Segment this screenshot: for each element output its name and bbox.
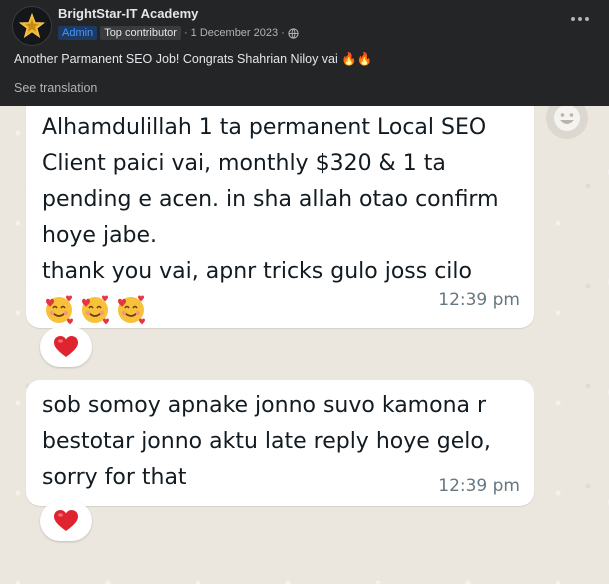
message-timestamp: 12:39 pm [438,476,520,496]
top-contributor-badge: Top contributor [100,26,181,40]
emoji-row [42,292,499,326]
post-header: BrightStar-IT Academy Admin Top contribu… [0,0,609,106]
see-translation-link[interactable]: See translation [14,81,97,95]
message-line: hoye jabe. [42,223,158,248]
smiling-face-with-hearts-icon [118,295,145,325]
screenshot-frame: BrightStar-IT Academy Admin Top contribu… [0,0,609,584]
post-text: Another Parmanent SEO Job! Congrats Shah… [14,52,373,66]
chat-screenshot: Alhamdulillah 1 ta permanent Local SEO C… [0,106,609,584]
post-date-link[interactable]: · 1 December 2023 · [184,27,285,39]
globe-icon [288,27,299,39]
emoji-picker-button [546,106,588,139]
smiling-face-with-hearts-icon [82,295,109,325]
message-bubble: sob somoy apnake jonno suvo kamona r bes… [26,380,534,506]
admin-badge: Admin [58,26,98,40]
message-text: sob somoy apnake jonno suvo kamona r bes… [42,388,491,496]
message-text: Alhamdulillah 1 ta permanent Local SEO C… [42,110,499,326]
group-name-link[interactable]: BrightStar-IT Academy [58,6,198,21]
message-line: sorry for that [42,465,187,490]
more-options-button[interactable] [571,12,589,26]
star-logo-icon [18,12,46,38]
heart-reaction [40,327,92,367]
message-line: Alhamdulillah 1 ta permanent Local SEO [42,115,487,140]
message-line: sob somoy apnake jonno suvo kamona r [42,393,487,418]
message-line: Client paici vai, monthly $320 & 1 ta [42,151,446,176]
post-meta: Admin Top contributor · 1 December 2023 … [58,24,299,42]
red-heart-icon [54,336,78,357]
message-line: bestotar jonno aktu late reply hoye gelo… [42,429,491,454]
dot-icon [578,17,582,21]
message-line: thank you vai, apnr tricks gulo joss cil… [42,259,472,284]
heart-reaction [40,501,92,541]
smiling-face-with-hearts-icon [46,295,73,325]
message-line: pending e acen. in sha allah otao confir… [42,187,499,212]
group-avatar[interactable] [12,6,52,46]
message-bubble: Alhamdulillah 1 ta permanent Local SEO C… [26,106,534,328]
dot-icon [585,17,589,21]
dot-icon [571,17,575,21]
red-heart-icon [54,510,78,531]
smiley-icon [554,106,580,131]
message-timestamp: 12:39 pm [438,290,520,310]
